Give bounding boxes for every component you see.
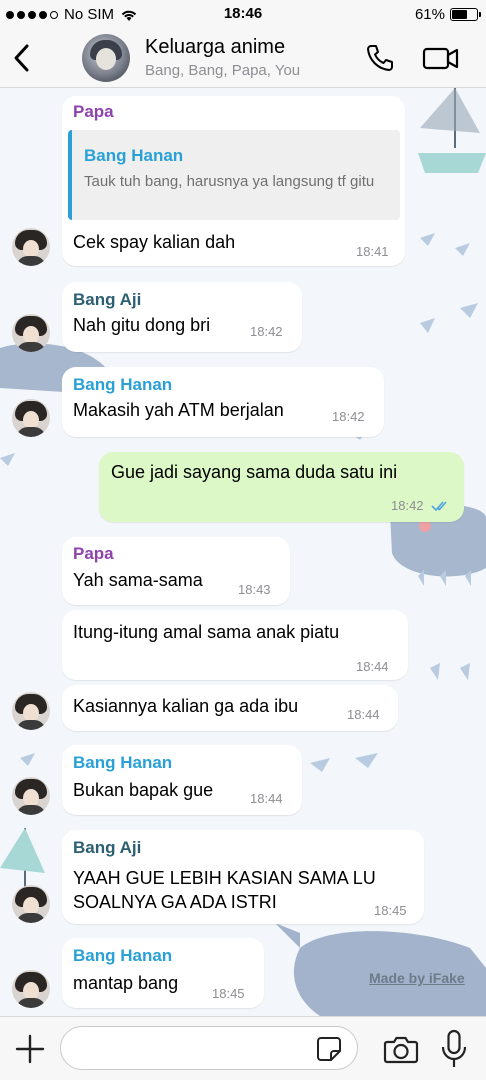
sender-name: Papa bbox=[73, 544, 114, 563]
status-time: 18:46 bbox=[223, 5, 263, 22]
message-time: 18:43 bbox=[238, 582, 271, 597]
message-bubble[interactable]: Bang Hanan Bukan bapak gue 18:44 bbox=[62, 745, 302, 815]
message-text: mantap bang bbox=[73, 973, 179, 993]
message-bubble[interactable]: Papa Yah sama-sama 18:43 bbox=[62, 537, 290, 605]
plus-icon[interactable] bbox=[14, 1033, 46, 1065]
message-time: 18:45 bbox=[374, 903, 407, 918]
sender-name: Papa bbox=[73, 102, 114, 121]
watermark: Made by iFake bbox=[369, 970, 465, 986]
back-arrow-icon[interactable] bbox=[10, 42, 34, 74]
message-text-line-1: YAAH GUE LEBIH KASIAN SAMA LU bbox=[73, 868, 376, 888]
message-time: 18:44 bbox=[347, 707, 380, 722]
message-bubble[interactable]: Kasiannya kalian ga ada ibu 18:44 bbox=[62, 685, 398, 731]
message-bubble[interactable]: Papa Bang Hanan Tauk tuh bang, harusnya … bbox=[62, 96, 405, 266]
camera-icon[interactable] bbox=[383, 1033, 419, 1065]
outgoing-message-bubble[interactable]: Gue jadi sayang sama duda satu ini 18:42 bbox=[99, 452, 464, 522]
sender-name: Bang Aji bbox=[73, 838, 142, 857]
avatar[interactable] bbox=[12, 399, 50, 437]
chat-header: Keluarga anime Bang, Bang, Papa, You bbox=[0, 30, 486, 88]
message-bubble[interactable]: Itung-itung amal sama anak piatu 18:44 bbox=[62, 610, 408, 680]
avatar[interactable] bbox=[12, 885, 50, 923]
chat-title[interactable]: Keluarga anime bbox=[145, 36, 285, 59]
message-text-line-2: SOALNYA GA ADA ISTRI bbox=[73, 892, 277, 912]
message-time: 18:42 bbox=[391, 498, 424, 513]
avatar[interactable] bbox=[12, 970, 50, 1008]
message-bubble[interactable]: Bang Aji YAAH GUE LEBIH KASIAN SAMA LU S… bbox=[62, 830, 424, 924]
message-list[interactable]: Papa Bang Hanan Tauk tuh bang, harusnya … bbox=[0, 88, 486, 1016]
avatar[interactable] bbox=[12, 777, 50, 815]
message-bubble[interactable]: Bang Hanan Makasih yah ATM berjalan 18:4… bbox=[62, 367, 384, 437]
sender-name: Bang Hanan bbox=[73, 946, 173, 965]
avatar[interactable] bbox=[12, 228, 50, 266]
message-input[interactable] bbox=[60, 1026, 358, 1070]
sender-name: Bang Hanan bbox=[73, 753, 173, 772]
chat-members[interactable]: Bang, Bang, Papa, You bbox=[145, 62, 300, 79]
message-text: Nah gitu dong bri bbox=[73, 315, 211, 335]
battery-percent: 61% bbox=[414, 6, 445, 23]
quote-sender: Bang Hanan bbox=[84, 146, 184, 165]
message-time: 18:41 bbox=[356, 244, 389, 259]
reply-quote[interactable]: Bang Hanan Tauk tuh bang, harusnya ya la… bbox=[68, 130, 400, 220]
phone-icon[interactable] bbox=[364, 42, 396, 74]
avatar[interactable] bbox=[12, 692, 50, 730]
sticker-icon[interactable] bbox=[316, 1036, 342, 1062]
avatar[interactable] bbox=[12, 314, 50, 352]
message-text: Cek spay kalian dah bbox=[73, 232, 236, 252]
message-time: 18:44 bbox=[250, 791, 283, 806]
status-bar: No SIM 18:46 61% bbox=[0, 0, 486, 30]
message-time: 18:42 bbox=[250, 324, 283, 339]
message-time: 18:45 bbox=[212, 986, 245, 1001]
read-receipt-icon bbox=[431, 501, 447, 512]
message-time: 18:44 bbox=[356, 659, 389, 674]
message-text: Yah sama-sama bbox=[73, 570, 203, 590]
message-text: Itung-itung amal sama anak piatu bbox=[73, 622, 340, 642]
message-text: Kasiannya kalian ga ada ibu bbox=[73, 696, 299, 716]
video-call-icon[interactable] bbox=[422, 42, 460, 74]
sender-name: Bang Aji bbox=[73, 290, 142, 309]
sender-name: Bang Hanan bbox=[73, 375, 173, 394]
quote-text: Tauk tuh bang, harusnya ya langsung tf g… bbox=[84, 173, 375, 190]
status-right: 61% bbox=[414, 6, 481, 23]
battery-icon bbox=[450, 8, 481, 21]
message-bubble[interactable]: Bang Aji Nah gitu dong bri 18:42 bbox=[62, 282, 302, 352]
message-text: Bukan bapak gue bbox=[73, 780, 214, 800]
group-avatar[interactable] bbox=[82, 34, 130, 82]
microphone-icon[interactable] bbox=[440, 1029, 468, 1069]
message-time: 18:42 bbox=[332, 409, 365, 424]
message-bubble[interactable]: Bang Hanan mantap bang 18:45 bbox=[62, 938, 264, 1008]
message-text: Makasih yah ATM berjalan bbox=[73, 400, 284, 420]
composer-bar bbox=[0, 1016, 486, 1080]
message-text: Gue jadi sayang sama duda satu ini bbox=[111, 462, 398, 482]
